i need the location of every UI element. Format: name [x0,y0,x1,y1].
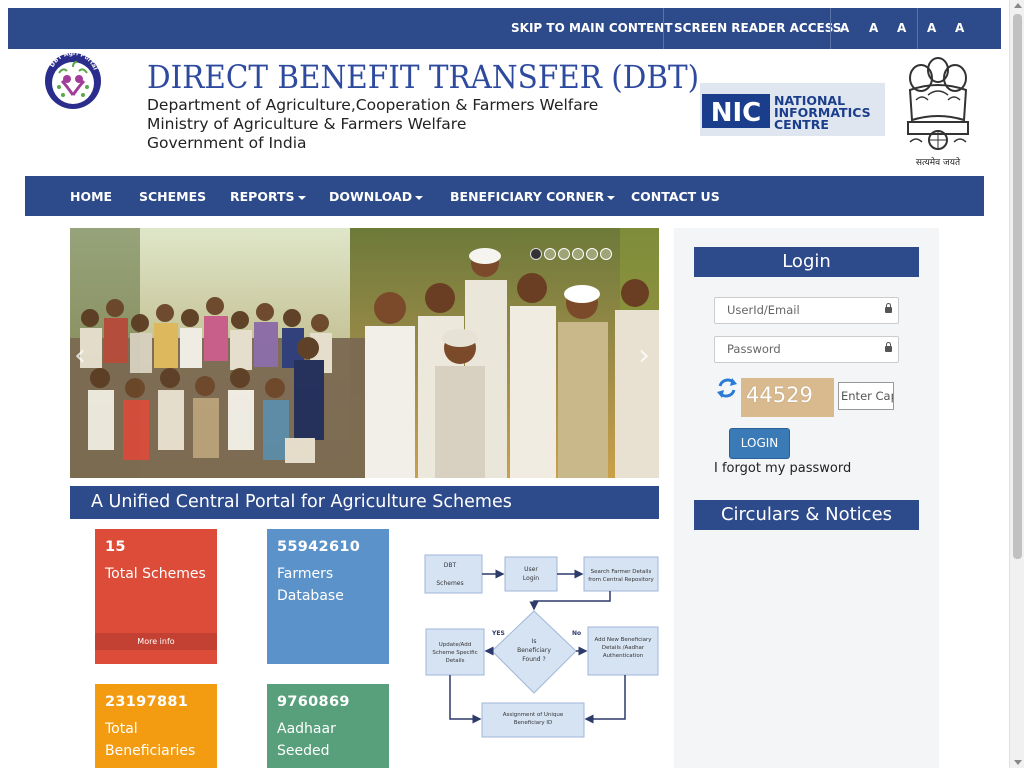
nav-download-label: DOWNLOAD [329,189,413,204]
nic-logo[interactable]: NIC NATIONAL INFORMATICS CENTRE [700,83,885,136]
nav-contact-us[interactable]: CONTACT US [631,176,720,216]
nav-beneficiary-corner-dropdown[interactable]: BENEFICIARY CORNER [450,176,616,216]
vertical-scrollbar[interactable] [1009,0,1024,768]
flow-no-label: No [572,630,581,637]
nic-name-line-3: CENTRE [774,117,829,132]
scrollbar-thumb[interactable] [1013,14,1022,559]
carousel-indicators [530,248,612,260]
captcha-image: 44529 [741,378,834,417]
flow-user-login: Login [523,575,539,582]
nav-schemes[interactable]: SCHEMES [139,176,206,216]
userid-placeholder: UserId/Email [727,303,800,317]
user-icon [885,303,892,313]
stat-value: 23197881 [105,694,189,710]
dbt-agri-portal-logo[interactable]: DBT Agri Portal [42,50,104,111]
government-name: Government of India [147,134,307,152]
font-size-normal-button[interactable]: A [897,8,906,49]
userid-email-field[interactable]: UserId/Email [714,297,899,324]
carousel-prev-icon[interactable]: ‹ [74,338,86,373]
accessibility-bar: SKIP TO MAIN CONTENT SCREEN READER ACCES… [8,8,1001,49]
main-navigation: HOME SCHEMES REPORTS DOWNLOAD BENEFICIAR… [25,176,984,216]
ministry-name: Ministry of Agriculture & Farmers Welfar… [147,115,467,133]
divider [917,8,918,49]
flow-search-farmer: Search Farmer Details [591,569,652,575]
flow-update-scheme: Scheme Specific [432,650,477,656]
carousel-dot[interactable] [600,248,612,260]
font-size-smallest-button[interactable]: A [840,8,849,49]
carousel-dot[interactable] [544,248,556,260]
more-info-link[interactable]: More info [95,633,217,650]
nav-reports-dropdown[interactable]: REPORTS [230,176,306,216]
flow-decision: Beneficiary [517,647,551,654]
lock-icon [885,342,892,352]
carousel-dot[interactable] [558,248,570,260]
carousel-dot[interactable] [586,248,598,260]
carousel-next-icon[interactable]: › [638,338,650,373]
page-title: DIRECT BENEFIT TRANSFER (DBT) [147,58,700,96]
image-carousel[interactable]: ‹ › [70,228,659,478]
flow-assign-id: Assignment of Unique [503,712,564,718]
caret-down-icon [415,195,424,200]
stat-value: 55942610 [277,539,361,555]
font-size-smaller-button[interactable]: A [869,8,878,49]
nav-schemes-label: SCHEMES [139,189,207,204]
flow-assign-id: Beneficiary ID [514,720,553,726]
nav-download-dropdown[interactable]: DOWNLOAD [329,176,424,216]
font-size-larger-button[interactable]: A [927,8,936,49]
caret-down-icon [607,195,616,200]
login-button[interactable]: LOGIN [729,428,790,459]
flow-yes-label: YES [491,630,505,637]
emblem-motto: सत्यमेव जयते [916,156,961,168]
divider [830,8,831,49]
scroll-down-icon[interactable] [1014,760,1022,765]
password-placeholder: Password [727,342,781,356]
font-size-largest-button[interactable]: A [955,8,964,49]
flow-decision: Is [532,638,537,645]
login-heading: Login [694,247,919,277]
flow-add-beneficiary: Details /Aadhar [602,645,645,651]
carousel-slide-image [70,228,659,478]
password-field[interactable]: Password [714,336,899,363]
carousel-dot[interactable] [572,248,584,260]
stat-value: 9760869 [277,694,350,710]
flow-user-login: User [524,566,538,573]
nav-home[interactable]: HOME [70,176,112,216]
screen-reader-access-link[interactable]: SCREEN READER ACCESS [674,8,841,49]
stat-total-schemes: 15 Total Schemes More info [95,529,217,664]
stat-farmers-database: 55942610 Farmers Database [267,529,389,664]
flow-update-scheme: Details [445,658,464,664]
stat-label: Aadhaar Seeded [277,721,336,759]
flow-add-beneficiary: Authentication [603,653,644,659]
flow-search-farmer: from Central Repository [588,577,654,583]
state-emblem: सत्यमेव जयते [898,50,978,168]
stat-aadhaar-seeded: 9760869 Aadhaar Seeded [267,684,389,768]
flow-dbt-schemes: Schemes [436,580,463,587]
portal-tagline: A Unified Central Portal for Agriculture… [70,486,659,519]
circulars-notices-heading: Circulars & Notices [694,500,919,530]
flow-dbt-schemes: DBT [444,562,457,569]
nav-beneficiary-corner-label: BENEFICIARY CORNER [450,189,605,204]
divider [663,8,664,49]
stat-label: Total Schemes [105,566,206,582]
captcha-input[interactable]: Enter Captcha [838,382,894,410]
forgot-password-link[interactable]: I forgot my password [714,461,851,476]
nav-reports-label: REPORTS [230,189,295,204]
flow-decision: Found ? [522,656,545,663]
nav-home-label: HOME [70,189,113,204]
stat-label: Farmers Database [277,566,344,604]
scroll-up-icon[interactable] [1014,3,1022,8]
carousel-dot[interactable] [530,248,542,260]
stat-total-beneficiaries: 23197881 Total Beneficiaries [95,684,217,768]
nav-contact-us-label: CONTACT US [631,189,720,204]
nic-abbreviation: NIC [711,98,762,128]
department-name: Department of Agriculture,Cooperation & … [147,96,599,114]
process-flowchart: DBT Schemes User Login Search Farmer Det… [420,545,660,745]
skip-to-main-content-link[interactable]: SKIP TO MAIN CONTENT [511,8,673,49]
flow-update-scheme: Update/Add [439,642,471,648]
stat-value: 15 [105,539,126,555]
refresh-captcha-icon[interactable] [716,376,738,400]
flow-add-beneficiary: Add New Beneficiary [594,637,652,643]
caret-down-icon [297,195,306,200]
stat-label: Total Beneficiaries [105,721,196,759]
